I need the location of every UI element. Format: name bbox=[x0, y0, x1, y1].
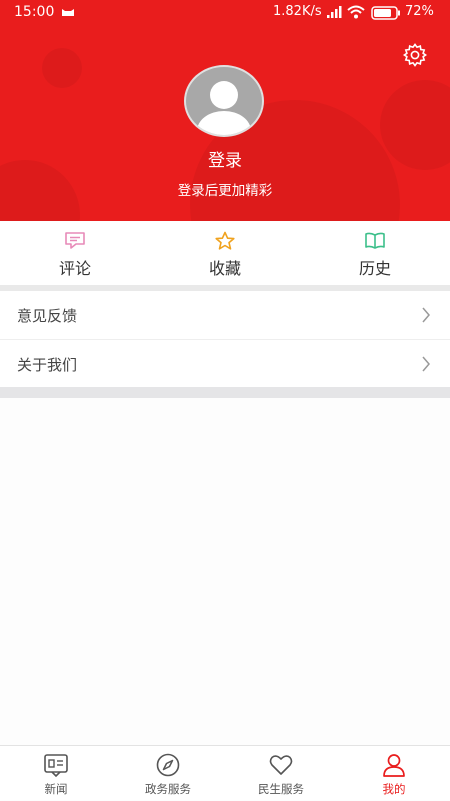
quick-action-label: 收藏 bbox=[208, 259, 241, 278]
tab-news[interactable]: 新闻 bbox=[0, 746, 112, 801]
tab-label: 新闻 bbox=[44, 782, 68, 796]
menu-item-label: 关于我们 bbox=[17, 356, 78, 374]
person-icon bbox=[383, 754, 405, 777]
star-icon bbox=[215, 231, 235, 250]
chevron-right-icon bbox=[422, 356, 430, 372]
tab-livelihood-services[interactable]: 民生服务 bbox=[225, 746, 337, 801]
tab-label: 我的 bbox=[382, 782, 406, 796]
login-button[interactable]: 登录 bbox=[0, 146, 450, 171]
chevron-right-icon bbox=[422, 307, 430, 323]
menu-item-label: 意见反馈 bbox=[17, 307, 78, 325]
book-icon bbox=[365, 232, 385, 249]
quick-action-favorites[interactable]: 收藏 bbox=[150, 221, 300, 285]
network-speed: 1.82K/s bbox=[273, 4, 322, 19]
decor-bubble bbox=[42, 48, 82, 88]
profile-header: 15:00 1.82K/s 72% 登录 登录后更加精彩 bbox=[0, 0, 450, 221]
tab-label: 民生服务 bbox=[258, 782, 304, 796]
quick-actions: 评论 收藏 历史 bbox=[0, 221, 450, 285]
compass-icon bbox=[156, 753, 180, 777]
settings-gear-icon[interactable] bbox=[402, 42, 428, 68]
news-icon bbox=[44, 754, 68, 778]
quick-action-history[interactable]: 历史 bbox=[300, 221, 450, 285]
quick-action-label: 评论 bbox=[58, 259, 91, 278]
notification-cat-icon bbox=[62, 9, 74, 16]
menu-item-feedback[interactable]: 意见反馈 bbox=[0, 291, 450, 339]
tab-government-services[interactable]: 政务服务 bbox=[112, 746, 224, 801]
tab-label: 政务服务 bbox=[145, 782, 191, 796]
heart-icon bbox=[269, 755, 293, 775]
login-subtitle: 登录后更加精彩 bbox=[177, 183, 273, 199]
bottom-tab-bar: 新闻 政务服务 民生服务 我的 bbox=[0, 745, 450, 800]
section-divider bbox=[0, 387, 450, 398]
battery-percent: 72% bbox=[405, 4, 434, 19]
quick-action-label: 历史 bbox=[358, 259, 391, 278]
status-bar: 15:00 1.82K/s 72% bbox=[0, 0, 450, 26]
default-avatar-icon bbox=[197, 81, 251, 135]
wifi-icon bbox=[347, 5, 365, 19]
signal-icon bbox=[327, 6, 342, 18]
tab-mine[interactable]: 我的 bbox=[338, 746, 450, 801]
comment-icon bbox=[65, 232, 85, 249]
menu-item-about-us[interactable]: 关于我们 bbox=[0, 340, 450, 388]
quick-action-comments[interactable]: 评论 bbox=[0, 221, 150, 285]
avatar[interactable] bbox=[184, 65, 264, 137]
battery-icon bbox=[371, 6, 400, 20]
status-time: 15:00 bbox=[14, 4, 55, 20]
